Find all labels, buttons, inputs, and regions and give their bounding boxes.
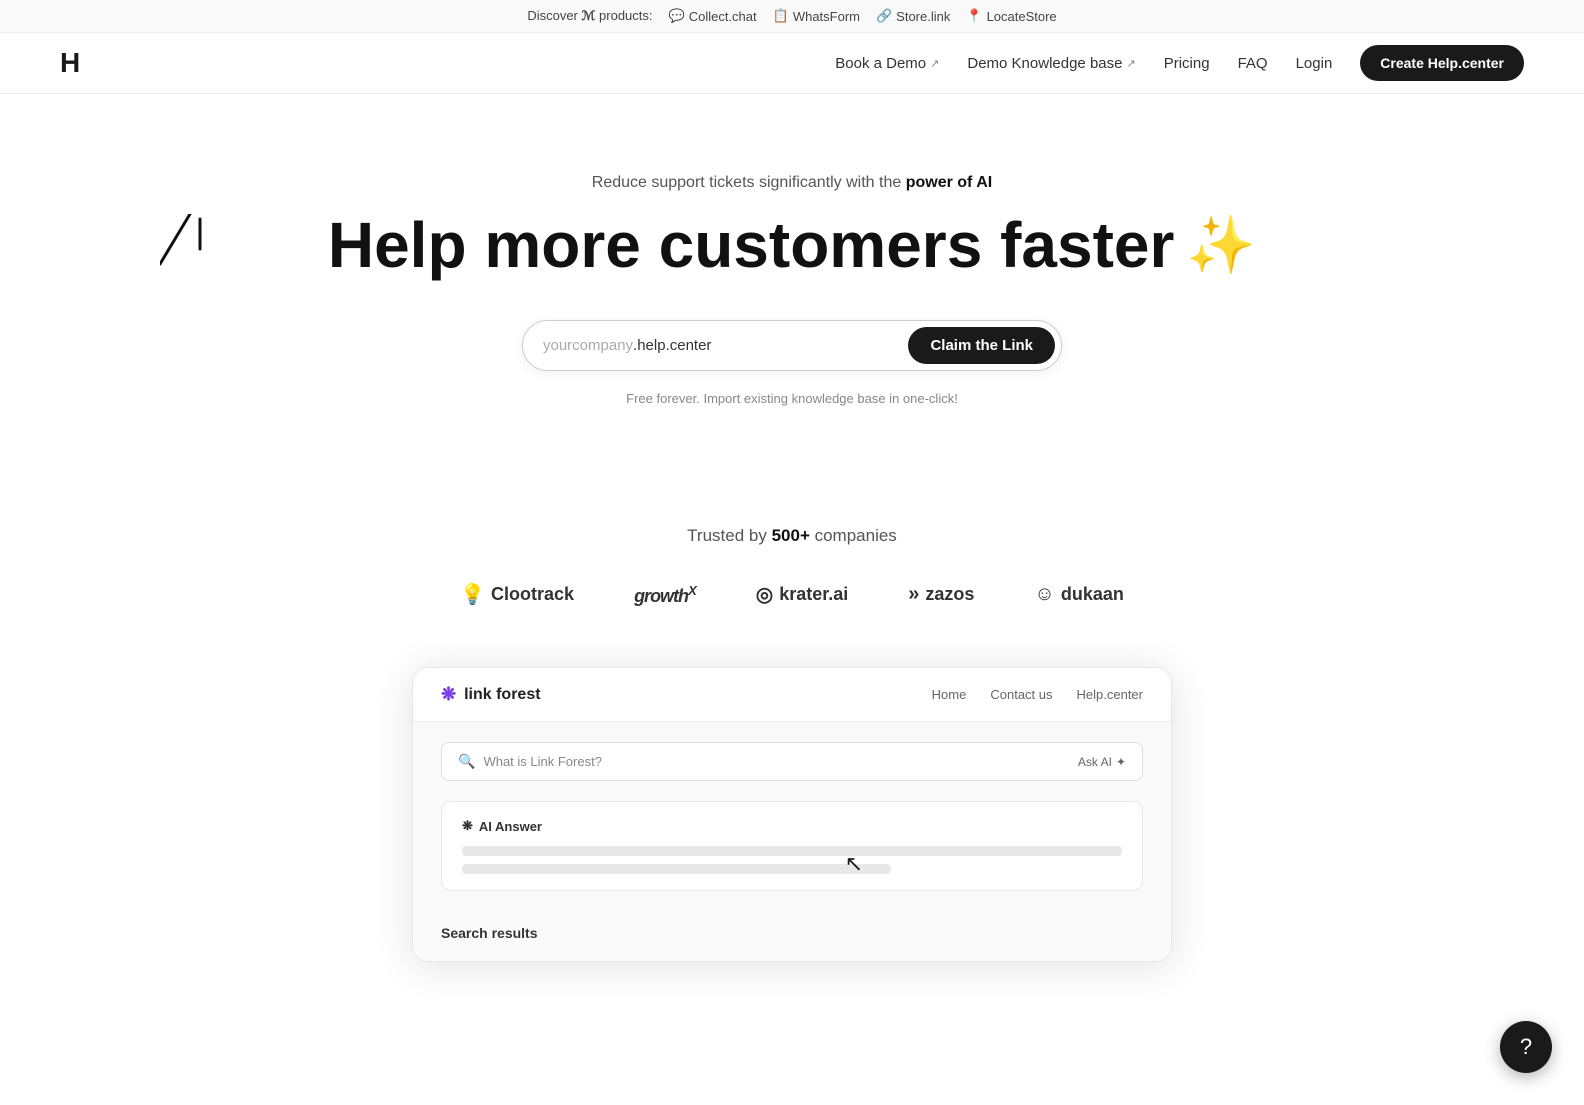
logo-zazos: » zazos [908, 583, 974, 606]
create-help-center-button[interactable]: Create Help.center [1360, 45, 1524, 81]
logo-clootrack: 💡 Clootrack [460, 582, 574, 607]
nav-faq[interactable]: FAQ [1238, 55, 1268, 72]
site-logo[interactable]: H [60, 47, 78, 79]
url-input[interactable] [711, 337, 900, 354]
banner-link-locate-store[interactable]: 📍 LocateStore [966, 8, 1056, 24]
demo-search-left: 🔍 What is Link Forest? [458, 753, 602, 770]
banner-link-whatsform[interactable]: 📋 WhatsForm [773, 8, 860, 24]
zazos-icon: » [908, 583, 919, 606]
banner-link-store-link[interactable]: 🔗 Store.link [876, 8, 950, 24]
trusted-logos: 💡 Clootrack growthX ◎ krater.ai » zazos … [20, 582, 1564, 607]
logo-dukaan: ☺ dukaan [1034, 583, 1123, 606]
ai-sparkle-icon: ✦ [1116, 755, 1126, 769]
demo-nav: Home Contact us Help.center [932, 687, 1143, 702]
demo-ai-header: ❋ AI Answer [462, 818, 1122, 834]
logo-krater: ◎ krater.ai [756, 582, 849, 607]
demo-ai-line-full [462, 846, 1122, 856]
nav-demo-kb[interactable]: Demo Knowledge base ↗ [967, 55, 1135, 72]
nav-book-demo[interactable]: Book a Demo ↗ [835, 55, 939, 72]
clootrack-icon: 💡 [460, 582, 485, 607]
ai-answer-icon: ❋ [462, 818, 473, 834]
hero-section: Reduce support tickets significantly wit… [0, 94, 1584, 466]
hero-subtitle: Reduce support tickets significantly wit… [20, 174, 1564, 192]
demo-results-header: Search results [441, 925, 1143, 941]
url-placeholder-text: yourcompany [543, 337, 633, 354]
navbar: H Book a Demo ↗ Demo Knowledge base ↗ Pr… [0, 33, 1584, 94]
dukaan-icon: ☺ [1034, 583, 1054, 606]
help-fab-button[interactable]: ? [1500, 1021, 1552, 1073]
trusted-section: Trusted by 500+ companies 💡 Clootrack gr… [0, 466, 1584, 647]
demo-ai-line-partial [462, 864, 891, 874]
decorative-lines [160, 214, 220, 284]
url-suffix-text: .help.center [633, 337, 711, 354]
external-link-icon: ↗ [930, 57, 939, 70]
demo-search-text: What is Link Forest? [483, 754, 602, 769]
external-link-icon: ↗ [1126, 57, 1135, 70]
demo-ai-card: ❋ AI Answer [441, 801, 1143, 891]
nav-login[interactable]: Login [1296, 55, 1333, 72]
search-icon: 🔍 [458, 753, 475, 770]
demo-ask-ai[interactable]: Ask AI ✦ [1078, 755, 1126, 769]
logo-growthx: growthX [634, 583, 696, 607]
help-fab-icon: ? [1520, 1034, 1532, 1060]
demo-nav-home: Home [932, 687, 967, 702]
demo-card-header: ❋ link forest Home Contact us Help.cente… [413, 668, 1171, 722]
nav-pricing[interactable]: Pricing [1164, 55, 1210, 72]
top-banner: Discover ℳ products: 💬 Collect.chat 📋 Wh… [0, 0, 1584, 33]
nav-links: Book a Demo ↗ Demo Knowledge base ↗ Pric… [835, 45, 1524, 81]
banner-discover: Discover ℳ products: [527, 8, 652, 24]
hero-note: Free forever. Import existing knowledge … [626, 391, 958, 406]
demo-card-body: 🔍 What is Link Forest? Ask AI ✦ ❋ AI Ans… [413, 722, 1171, 961]
demo-nav-help: Help.center [1077, 687, 1143, 702]
demo-search-bar[interactable]: 🔍 What is Link Forest? Ask AI ✦ [441, 742, 1143, 781]
demo-nav-contact: Contact us [990, 687, 1052, 702]
sparkle-icon: ✨ [1186, 214, 1256, 276]
demo-logo-icon: ❋ [441, 684, 456, 705]
banner-link-collect-chat[interactable]: 💬 Collect.chat [669, 8, 757, 24]
trusted-heading: Trusted by 500+ companies [20, 526, 1564, 546]
banner-products: 💬 Collect.chat 📋 WhatsForm 🔗 Store.link … [669, 8, 1057, 24]
demo-card: ❋ link forest Home Contact us Help.cente… [412, 667, 1172, 962]
url-input-wrap: yourcompany .help.center Claim the Link [522, 320, 1062, 371]
krater-icon: ◎ [756, 582, 773, 607]
demo-ai-lines [462, 846, 1122, 874]
demo-logo: ❋ link forest [441, 684, 541, 705]
hero-title: Help more customers faster ✨ [20, 210, 1564, 280]
demo-section: ❋ link forest Home Contact us Help.cente… [0, 647, 1584, 1002]
claim-link-button[interactable]: Claim the Link [908, 327, 1055, 364]
